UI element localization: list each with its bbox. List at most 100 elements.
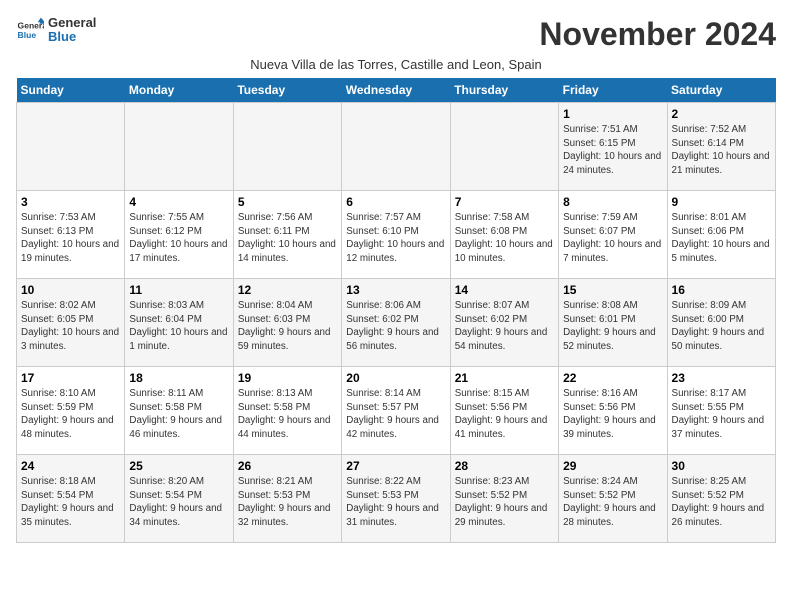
weekday-header-sunday: Sunday — [17, 78, 125, 103]
calendar-cell: 30 Sunrise: 8:25 AM Sunset: 5:52 PM Dayli… — [667, 455, 775, 543]
day-number: 6 — [346, 195, 445, 209]
calendar-week-4: 17 Sunrise: 8:10 AM Sunset: 5:59 PM Dayli… — [17, 367, 776, 455]
day-number: 17 — [21, 371, 120, 385]
day-info: Sunrise: 8:25 AM Sunset: 5:52 PM Dayligh… — [672, 475, 771, 530]
month-title: November 2024 — [539, 16, 776, 53]
calendar-cell: 16 Sunrise: 8:09 AM Sunset: 6:00 PM Dayli… — [667, 279, 775, 367]
calendar-cell: 9Sunrise: 8:01 AM Sunset: 6:06 PM Daylig… — [667, 191, 775, 279]
day-number: 19 — [238, 371, 337, 385]
calendar-week-2: 3 Sunrise: 7:53 AM Sunset: 6:13 PM Daylig… — [17, 191, 776, 279]
svg-text:Blue: Blue — [18, 30, 37, 40]
weekday-header-thursday: Thursday — [450, 78, 558, 103]
calendar-cell: 18Sunrise: 8:11 AM Sunset: 5:58 PM Dayli… — [125, 367, 233, 455]
day-number: 4 — [129, 195, 228, 209]
calendar-cell: 10 Sunrise: 8:02 AM Sunset: 6:05 PM Dayli… — [17, 279, 125, 367]
calendar-table: SundayMondayTuesdayWednesdayThursdayFrid… — [16, 78, 776, 543]
day-number: 28 — [455, 459, 554, 473]
calendar-cell: 11Sunrise: 8:03 AM Sunset: 6:04 PM Dayli… — [125, 279, 233, 367]
calendar-cell: 20 Sunrise: 8:14 AM Sunset: 5:57 PM Dayli… — [342, 367, 450, 455]
day-info: Sunrise: 8:18 AM Sunset: 5:54 PM Dayligh… — [21, 475, 120, 530]
day-number: 2 — [672, 107, 771, 121]
day-number: 24 — [21, 459, 120, 473]
day-number: 1 — [563, 107, 662, 121]
calendar-cell: 1 Sunrise: 7:51 AM Sunset: 6:15 PM Daylig… — [559, 103, 667, 191]
header: General Blue General Blue November 2024 — [16, 16, 776, 53]
calendar-cell: 8 Sunrise: 7:59 AM Sunset: 6:07 PM Daylig… — [559, 191, 667, 279]
calendar-cell: 7Sunrise: 7:58 AM Sunset: 6:08 PM Daylig… — [450, 191, 558, 279]
calendar-cell: 26 Sunrise: 8:21 AM Sunset: 5:53 PM Dayli… — [233, 455, 341, 543]
logo-blue-text: Blue — [48, 30, 96, 44]
calendar-cell: 28 Sunrise: 8:23 AM Sunset: 5:52 PM Dayli… — [450, 455, 558, 543]
day-info: Sunrise: 7:59 AM Sunset: 6:07 PM Dayligh… — [563, 211, 662, 266]
calendar-cell: 23Sunrise: 8:17 AM Sunset: 5:55 PM Dayli… — [667, 367, 775, 455]
calendar-cell — [233, 103, 341, 191]
calendar-cell: 13Sunrise: 8:06 AM Sunset: 6:02 PM Dayli… — [342, 279, 450, 367]
day-number: 30 — [672, 459, 771, 473]
calendar-week-3: 10 Sunrise: 8:02 AM Sunset: 6:05 PM Dayli… — [17, 279, 776, 367]
calendar-cell: 2 Sunrise: 7:52 AM Sunset: 6:14 PM Daylig… — [667, 103, 775, 191]
logo: General Blue General Blue — [16, 16, 96, 45]
calendar-cell: 4 Sunrise: 7:55 AM Sunset: 6:12 PM Daylig… — [125, 191, 233, 279]
calendar-cell: 17 Sunrise: 8:10 AM Sunset: 5:59 PM Dayli… — [17, 367, 125, 455]
calendar-cell: 25 Sunrise: 8:20 AM Sunset: 5:54 PM Dayli… — [125, 455, 233, 543]
calendar-cell — [17, 103, 125, 191]
day-number: 16 — [672, 283, 771, 297]
day-number: 15 — [563, 283, 662, 297]
calendar-cell: 3 Sunrise: 7:53 AM Sunset: 6:13 PM Daylig… — [17, 191, 125, 279]
calendar-cell: 19 Sunrise: 8:13 AM Sunset: 5:58 PM Dayli… — [233, 367, 341, 455]
day-info: Sunrise: 7:53 AM Sunset: 6:13 PM Dayligh… — [21, 211, 120, 266]
day-info: Sunrise: 7:56 AM Sunset: 6:11 PM Dayligh… — [238, 211, 337, 266]
calendar-header: SundayMondayTuesdayWednesdayThursdayFrid… — [17, 78, 776, 103]
weekday-header-saturday: Saturday — [667, 78, 775, 103]
day-info: Sunrise: 8:02 AM Sunset: 6:05 PM Dayligh… — [21, 299, 120, 354]
calendar-cell — [125, 103, 233, 191]
calendar-cell: 29Sunrise: 8:24 AM Sunset: 5:52 PM Dayli… — [559, 455, 667, 543]
day-number: 14 — [455, 283, 554, 297]
weekday-header-friday: Friday — [559, 78, 667, 103]
day-info: Sunrise: 8:14 AM Sunset: 5:57 PM Dayligh… — [346, 387, 445, 442]
calendar-cell: 24 Sunrise: 8:18 AM Sunset: 5:54 PM Dayli… — [17, 455, 125, 543]
day-info: Sunrise: 8:21 AM Sunset: 5:53 PM Dayligh… — [238, 475, 337, 530]
day-info: Sunrise: 8:20 AM Sunset: 5:54 PM Dayligh… — [129, 475, 228, 530]
day-info: Sunrise: 8:22 AM Sunset: 5:53 PM Dayligh… — [346, 475, 445, 530]
calendar-week-5: 24 Sunrise: 8:18 AM Sunset: 5:54 PM Dayli… — [17, 455, 776, 543]
calendar-cell: 15 Sunrise: 8:08 AM Sunset: 6:01 PM Dayli… — [559, 279, 667, 367]
day-info: Sunrise: 7:51 AM Sunset: 6:15 PM Dayligh… — [563, 123, 662, 178]
calendar-body: 1 Sunrise: 7:51 AM Sunset: 6:15 PM Daylig… — [17, 103, 776, 543]
day-info: Sunrise: 7:57 AM Sunset: 6:10 PM Dayligh… — [346, 211, 445, 266]
day-number: 8 — [563, 195, 662, 209]
weekday-header-row: SundayMondayTuesdayWednesdayThursdayFrid… — [17, 78, 776, 103]
day-number: 25 — [129, 459, 228, 473]
day-info: Sunrise: 8:13 AM Sunset: 5:58 PM Dayligh… — [238, 387, 337, 442]
day-info: Sunrise: 8:08 AM Sunset: 6:01 PM Dayligh… — [563, 299, 662, 354]
calendar-cell: 5Sunrise: 7:56 AM Sunset: 6:11 PM Daylig… — [233, 191, 341, 279]
weekday-header-tuesday: Tuesday — [233, 78, 341, 103]
calendar-week-1: 1 Sunrise: 7:51 AM Sunset: 6:15 PM Daylig… — [17, 103, 776, 191]
day-number: 11 — [129, 283, 228, 297]
day-number: 10 — [21, 283, 120, 297]
logo-icon: General Blue — [16, 16, 44, 44]
logo-general-text: General — [48, 16, 96, 30]
day-number: 29 — [563, 459, 662, 473]
calendar-cell: 12Sunrise: 8:04 AM Sunset: 6:03 PM Dayli… — [233, 279, 341, 367]
weekday-header-wednesday: Wednesday — [342, 78, 450, 103]
day-number: 9 — [672, 195, 771, 209]
day-number: 21 — [455, 371, 554, 385]
day-info: Sunrise: 8:11 AM Sunset: 5:58 PM Dayligh… — [129, 387, 228, 442]
day-number: 20 — [346, 371, 445, 385]
day-number: 26 — [238, 459, 337, 473]
day-number: 12 — [238, 283, 337, 297]
day-number: 22 — [563, 371, 662, 385]
day-number: 3 — [21, 195, 120, 209]
day-info: Sunrise: 8:15 AM Sunset: 5:56 PM Dayligh… — [455, 387, 554, 442]
day-number: 7 — [455, 195, 554, 209]
day-info: Sunrise: 8:23 AM Sunset: 5:52 PM Dayligh… — [455, 475, 554, 530]
day-number: 27 — [346, 459, 445, 473]
day-info: Sunrise: 8:06 AM Sunset: 6:02 PM Dayligh… — [346, 299, 445, 354]
day-info: Sunrise: 8:10 AM Sunset: 5:59 PM Dayligh… — [21, 387, 120, 442]
day-info: Sunrise: 7:52 AM Sunset: 6:14 PM Dayligh… — [672, 123, 771, 178]
calendar-cell: 27 Sunrise: 8:22 AM Sunset: 5:53 PM Dayli… — [342, 455, 450, 543]
day-info: Sunrise: 7:55 AM Sunset: 6:12 PM Dayligh… — [129, 211, 228, 266]
day-info: Sunrise: 8:09 AM Sunset: 6:00 PM Dayligh… — [672, 299, 771, 354]
weekday-header-monday: Monday — [125, 78, 233, 103]
